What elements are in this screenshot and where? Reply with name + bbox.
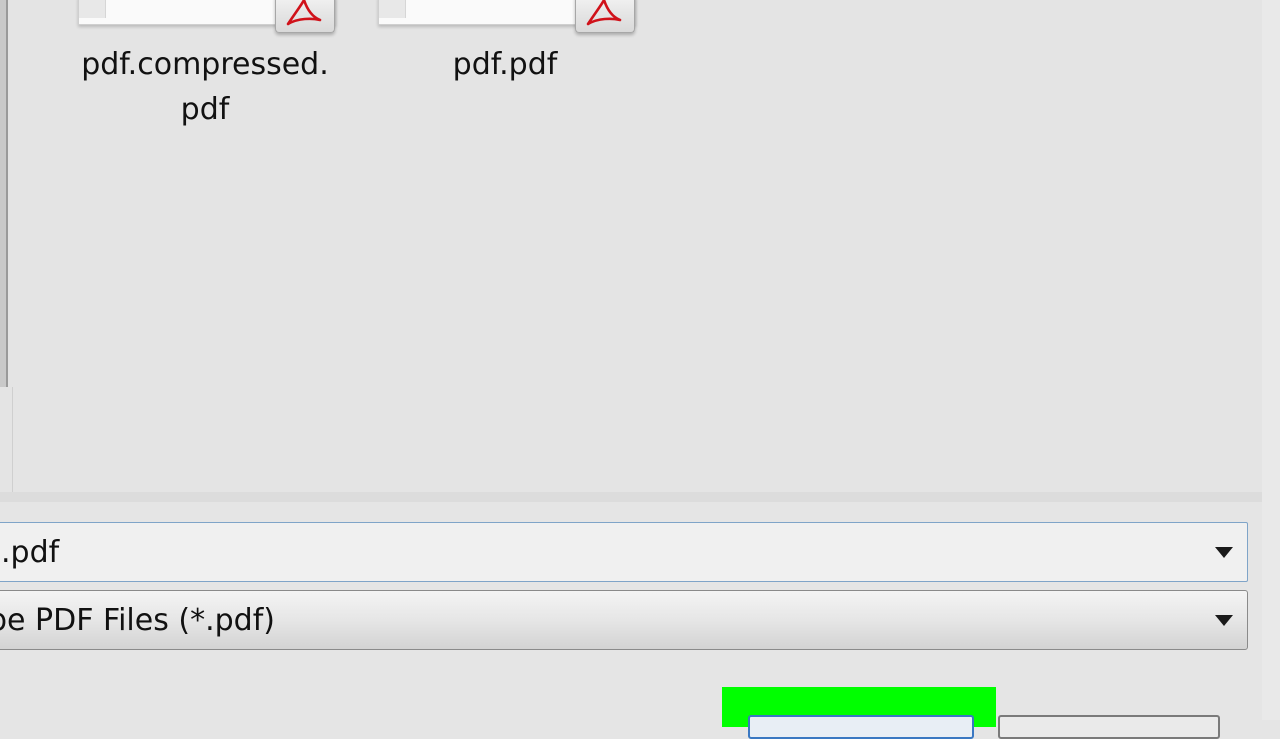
file-type-value: be PDF Files (*.pdf) <box>0 602 275 638</box>
file-name-label: pdf.pdf <box>365 42 645 87</box>
save-button[interactable] <box>748 715 974 739</box>
chevron-down-icon[interactable] <box>1215 547 1233 558</box>
file-name-line: pdf.compressed. <box>81 47 329 82</box>
cancel-button[interactable] <box>998 715 1220 739</box>
file-name-combobox[interactable]: .pdf <box>0 522 1248 582</box>
file-name-line: pdf <box>180 92 230 127</box>
navigation-pane-edge <box>0 0 8 387</box>
acrobat-pdf-icon <box>575 0 635 33</box>
file-name-line: pdf.pdf <box>452 47 558 82</box>
acrobat-pdf-icon <box>275 0 335 33</box>
save-button-highlight <box>722 687 996 739</box>
file-list-pane[interactable]: pdf.compressed. pdf pdf.pdf <box>0 0 1262 492</box>
file-name-input[interactable]: .pdf <box>1 535 59 570</box>
chevron-down-icon[interactable] <box>1215 615 1233 626</box>
pane-divider <box>12 387 13 492</box>
file-type-select[interactable]: be PDF Files (*.pdf) <box>0 590 1248 650</box>
file-name-label: pdf.compressed. pdf <box>65 42 345 132</box>
window-right-edge <box>1262 0 1280 720</box>
pane-bottom-border <box>0 492 1262 502</box>
